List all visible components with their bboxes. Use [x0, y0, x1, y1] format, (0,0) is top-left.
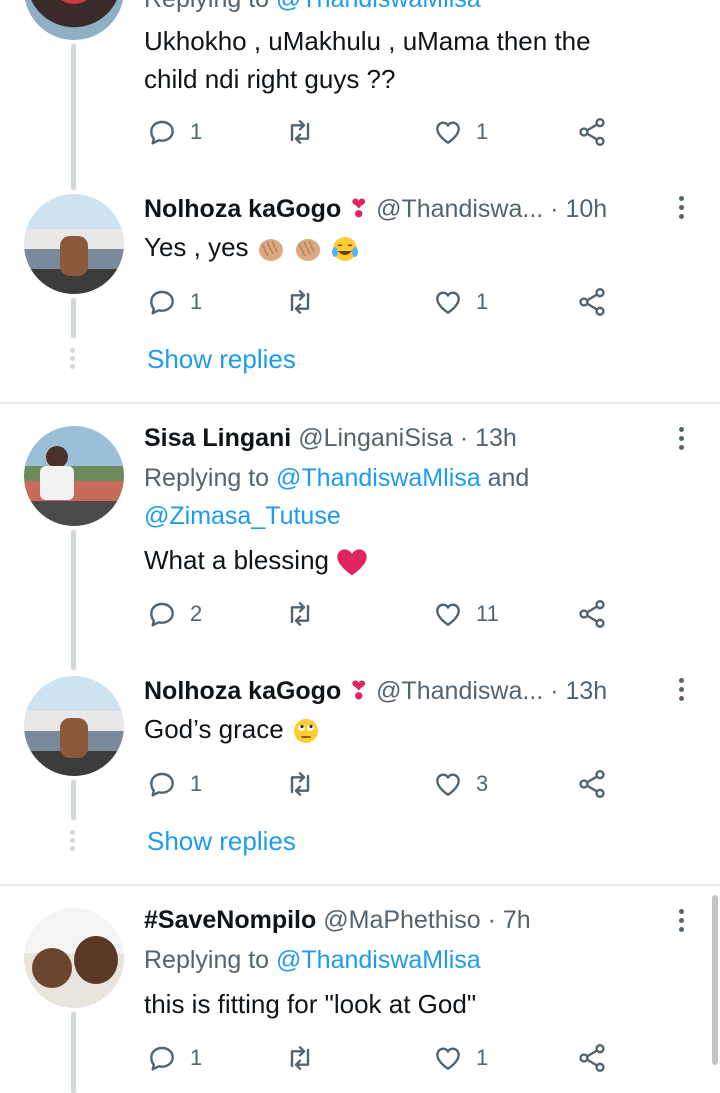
reply-icon — [150, 772, 174, 797]
heart-icon — [436, 121, 460, 144]
tweet-header: Sisa Lingani @LinganiSisa · 13h — [144, 423, 517, 453]
like-button[interactable]: 1 — [432, 116, 488, 148]
like-button[interactable]: 1 — [432, 286, 488, 318]
retweet-button[interactable] — [284, 286, 316, 318]
face-with-rolling-eyes-icon — [293, 719, 318, 744]
reply-button[interactable]: 1 — [146, 286, 202, 318]
thread-line — [71, 1012, 76, 1093]
tweet-text: Yes , yes — [144, 228, 360, 266]
retweet-icon — [290, 602, 310, 626]
tweet-header: Nolhoza kaGogo ❣ @Thandiswa... · 13h — [144, 676, 607, 706]
share-icon — [579, 600, 605, 628]
thread-line — [71, 298, 76, 338]
retweet-button[interactable] — [284, 116, 316, 148]
mention-link[interactable]: @ThandiswaMlisa — [276, 464, 481, 492]
divider — [0, 884, 720, 886]
retweet-icon — [290, 1046, 310, 1070]
avatar[interactable] — [24, 426, 124, 526]
tweet-text: What a blessing — [144, 541, 368, 579]
share-button[interactable] — [576, 1042, 608, 1074]
reply-button[interactable]: 1 — [146, 116, 202, 148]
mention-link[interactable]: @ThandiswaMlisa — [276, 0, 481, 13]
tweet-text: this is fitting for "look at God" — [144, 989, 477, 1019]
mention-link[interactable]: @Zimasa_Tutuse — [144, 502, 341, 530]
like-button[interactable]: 3 — [432, 768, 488, 800]
thread-line — [71, 44, 76, 190]
timestamp[interactable]: · 10h — [550, 195, 607, 223]
red-heart-icon — [337, 549, 367, 576]
heart-icon — [436, 1047, 460, 1070]
reply-icon — [150, 120, 174, 145]
avatar[interactable] — [24, 908, 124, 1008]
reply-icon — [150, 1046, 174, 1071]
retweet-button[interactable] — [284, 1042, 316, 1074]
like-button[interactable]: 11 — [432, 598, 499, 630]
tweet-header: #SaveNompilo @MaPhethiso · 7h — [144, 905, 531, 935]
tweet-text: God’s grace — [144, 710, 321, 748]
reply-button[interactable]: 1 — [146, 768, 202, 800]
heart-icon — [436, 603, 460, 626]
show-replies-link[interactable]: Show replies — [147, 826, 296, 857]
replying-to: Replying to @ThandiswaMlisa and @Zimasa_… — [144, 464, 530, 530]
share-icon — [579, 770, 605, 798]
thread-dots — [70, 830, 76, 854]
thread-line — [71, 780, 76, 820]
avatar[interactable] — [24, 0, 124, 40]
retweet-icon — [290, 772, 310, 796]
more-vertical-icon[interactable] — [676, 196, 686, 223]
heart-exclamation-icon: ❣ — [348, 195, 370, 223]
heart-exclamation-icon: ❣ — [348, 677, 370, 705]
share-button[interactable] — [576, 598, 608, 630]
more-vertical-icon[interactable] — [676, 427, 686, 454]
like-button[interactable]: 1 — [432, 1042, 488, 1074]
replying-to: Replying to @ThandiswaMlisa — [144, 0, 481, 18]
avatar[interactable] — [24, 194, 124, 294]
reply-button[interactable]: 1 — [146, 1042, 202, 1074]
mention-link[interactable]: @ThandiswaMlisa — [276, 946, 481, 974]
share-button[interactable] — [576, 116, 608, 148]
heart-icon — [436, 773, 460, 796]
display-name[interactable]: Sisa Lingani — [144, 424, 291, 452]
retweet-icon — [290, 120, 310, 144]
clapping-hands-icon — [296, 239, 321, 262]
avatar[interactable] — [24, 676, 124, 776]
handle[interactable]: @Thandiswa... — [376, 195, 543, 223]
tweet-header: Nolhoza kaGogo ❣ @Thandiswa... · 10h — [144, 194, 607, 224]
display-name[interactable]: #SaveNompilo — [144, 906, 316, 934]
replying-to: Replying to @ThandiswaMlisa — [144, 946, 481, 974]
share-icon — [579, 288, 605, 316]
timestamp[interactable]: · 7h — [488, 906, 531, 934]
handle[interactable]: @Thandiswa... — [376, 677, 543, 705]
share-button[interactable] — [576, 286, 608, 318]
reply-button[interactable]: 2 — [146, 598, 202, 630]
retweet-button[interactable] — [284, 768, 316, 800]
display-name[interactable]: Nolhoza kaGogo — [144, 195, 341, 223]
display-name[interactable]: Nolhoza kaGogo — [144, 677, 341, 705]
timestamp[interactable]: · 13h — [550, 677, 607, 705]
reply-icon — [150, 602, 174, 627]
more-vertical-icon[interactable] — [676, 909, 686, 936]
share-icon — [579, 1044, 605, 1072]
show-replies-link[interactable]: Show replies — [147, 344, 296, 375]
share-icon — [579, 118, 605, 146]
handle[interactable]: @MaPhethiso — [323, 906, 480, 934]
timestamp[interactable]: · 13h — [460, 424, 517, 452]
retweet-icon — [290, 290, 310, 314]
scrollbar[interactable] — [712, 895, 718, 1065]
more-vertical-icon[interactable] — [676, 678, 686, 705]
clapping-hands-icon — [258, 239, 283, 262]
retweet-button[interactable] — [284, 598, 316, 630]
handle[interactable]: @LinganiSisa — [298, 424, 453, 452]
reply-icon — [150, 290, 174, 315]
heart-icon — [436, 291, 460, 314]
divider — [0, 402, 720, 404]
thread-dots — [70, 348, 76, 372]
tears-of-joy-icon — [332, 237, 359, 262]
share-button[interactable] — [576, 768, 608, 800]
tweet-text: Ukhokho , uMakhulu , uMama then the chil… — [144, 26, 591, 94]
thread-line — [71, 530, 76, 670]
